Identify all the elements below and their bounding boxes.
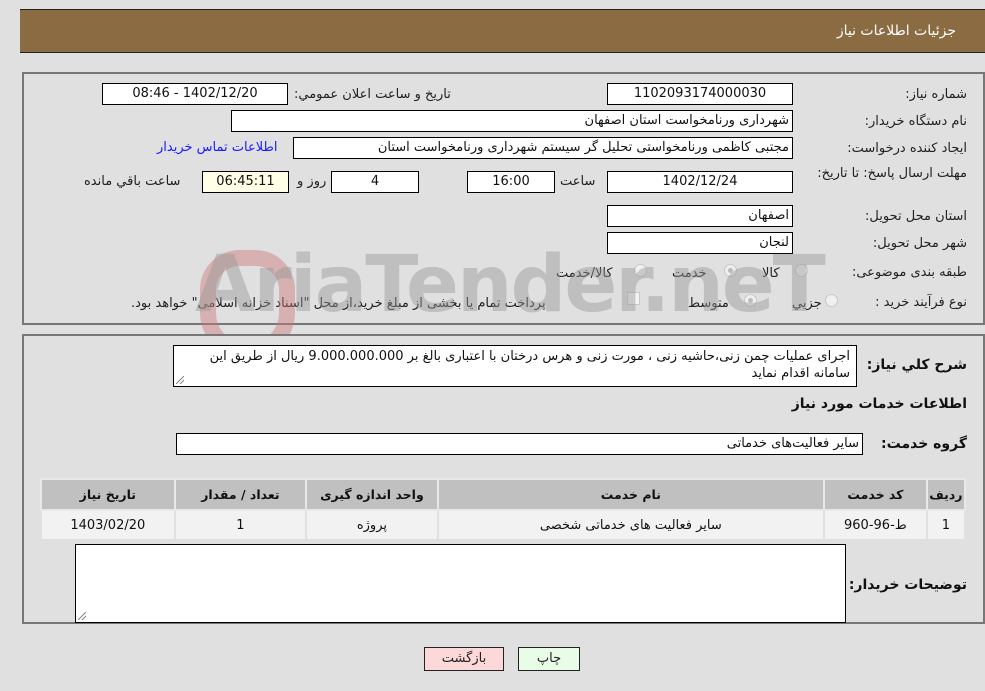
buyer-org-label: نام دستگاه خریدار:	[864, 114, 967, 129]
cell-service-name: سایر فعالیت های خدماتی شخصی	[436, 509, 826, 541]
need-number-field: 1102093174000030	[607, 83, 793, 105]
buyer-notes-label: توضیحات خریدار:	[848, 577, 967, 593]
back-button[interactable]: بازگشت	[424, 647, 504, 671]
services-section-title: اطلاعات خدمات مورد نیاز	[791, 396, 967, 412]
services-table: ردیف کد خدمت نام خدمت واحد اندازه گیری ت…	[40, 478, 967, 541]
cell-service-code: ط-96-960	[823, 509, 928, 541]
table-row: 1 ط-96-960 سایر فعالیت های خدماتی شخصی پ…	[40, 509, 967, 541]
deadline-time-label: ساعت	[560, 174, 596, 189]
deadline-time-field: 16:00	[467, 171, 555, 193]
time-remaining-field: 06:45:11	[202, 171, 289, 193]
category-service-radio[interactable]	[724, 264, 737, 277]
deadline-label: مهلت ارسال پاسخ: تا تاریخ:	[817, 166, 967, 181]
col-header-need-date: تاریخ نیاز	[40, 478, 176, 511]
col-header-service-name: نام خدمت	[436, 478, 826, 511]
delivery-province-field: اصفهان	[607, 205, 793, 227]
days-label: روز و	[297, 174, 327, 189]
resize-grip-icon[interactable]	[176, 376, 184, 384]
category-goods-service-label: کالا/خدمت	[556, 266, 613, 281]
col-header-quantity: تعداد / مقدار	[173, 478, 308, 511]
page-header: جزئیات اطلاعات نیاز	[20, 9, 985, 53]
page-title: جزئیات اطلاعات نیاز	[836, 23, 956, 39]
category-goods-service-radio[interactable]	[634, 264, 647, 277]
description-label: شرح کلي نیاز:	[866, 357, 967, 373]
purchase-type-minor-radio[interactable]	[825, 294, 838, 307]
cell-unit: پروژه	[305, 509, 439, 541]
cell-row-number: 1	[925, 509, 967, 541]
announce-datetime-label: تاریخ و ساعت اعلان عمومي:	[294, 87, 451, 102]
buyer-notes-textarea[interactable]	[75, 544, 846, 623]
treasury-bonds-note: پرداخت تمام یا بخشی از مبلغ خرید،از محل …	[131, 296, 546, 311]
announce-datetime-field: 1402/12/20 - 08:46	[102, 83, 288, 105]
purchase-type-medium-radio[interactable]	[744, 294, 757, 307]
treasury-bonds-checkbox[interactable]	[627, 292, 640, 305]
delivery-city-label: شهر محل تحویل:	[872, 236, 967, 251]
category-goods-radio[interactable]	[795, 264, 808, 277]
days-remaining-field: 4	[331, 171, 419, 193]
delivery-province-label: استان محل تحویل:	[865, 209, 967, 224]
table-header-row: ردیف کد خدمت نام خدمت واحد اندازه گیری ت…	[40, 478, 967, 511]
category-service-label: خدمت	[672, 266, 707, 281]
delivery-city-field: لنجان	[607, 232, 793, 254]
need-number-label: شماره نیاز:	[905, 87, 967, 102]
requester-field: مجتبی کاظمی ورنامخواستی تحلیل گر سیستم ش…	[293, 137, 793, 159]
description-textarea[interactable]: اجرای عملیات چمن زنی،حاشیه زنی ، مورت زن…	[173, 345, 857, 387]
col-header-row-number: ردیف	[925, 478, 967, 511]
cell-quantity: 1	[173, 509, 308, 541]
purchase-type-medium-label: متوسط	[688, 296, 729, 311]
buyer-org-field: شهرداری ورنامخواست استان اصفهان	[231, 110, 793, 132]
description-text: اجرای عملیات چمن زنی،حاشیه زنی ، مورت زن…	[209, 349, 850, 381]
buyer-contact-link[interactable]: اطلاعات تماس خریدار	[157, 140, 277, 155]
service-group-label: گروه خدمت:	[881, 436, 967, 452]
requester-label: ایجاد کننده درخواست:	[847, 141, 967, 156]
purchase-type-label: نوع فرآیند خرید :	[875, 295, 967, 310]
print-button[interactable]: چاپ	[518, 647, 580, 671]
col-header-service-code: کد خدمت	[823, 478, 928, 511]
cell-need-date: 1403/02/20	[40, 509, 176, 541]
service-group-field: سایر فعالیت‌های خدماتی	[176, 433, 863, 455]
category-goods-label: کالا	[762, 266, 780, 281]
time-remaining-label: ساعت باقي مانده	[84, 174, 181, 189]
purchase-type-minor-label: جزيي	[792, 296, 822, 311]
deadline-date-field: 1402/12/24	[607, 171, 793, 193]
col-header-unit: واحد اندازه گیری	[305, 478, 439, 511]
resize-grip-icon[interactable]	[78, 612, 86, 620]
category-label: طبقه بندی موضوعی:	[851, 265, 967, 280]
